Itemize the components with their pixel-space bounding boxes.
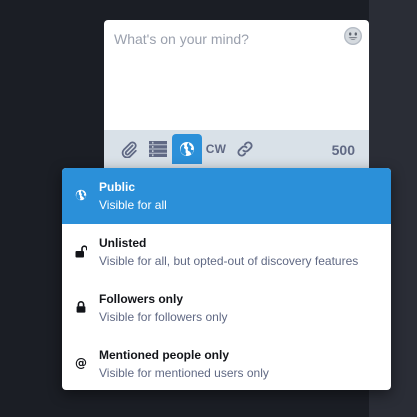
compose-textarea[interactable]: What's on your mind? xyxy=(114,30,334,48)
privacy-option-title: Followers only xyxy=(99,292,184,306)
unlock-icon xyxy=(74,244,88,258)
insert-link-button[interactable] xyxy=(234,138,256,160)
paperclip-icon xyxy=(121,141,137,158)
privacy-option-title: Unlisted xyxy=(99,236,147,250)
compose-toolbar: CW 500 xyxy=(104,130,369,168)
privacy-option-description: Visible for all xyxy=(99,198,167,212)
privacy-option-description: Visible for mentioned users only xyxy=(99,366,269,380)
privacy-option-unlisted[interactable]: Unlisted Visible for all, but opted-out … xyxy=(62,224,391,280)
character-counter: 500 xyxy=(331,142,355,158)
add-poll-button[interactable] xyxy=(147,138,169,160)
attach-media-button[interactable] xyxy=(118,138,140,160)
content-warning-label: CW xyxy=(205,142,227,156)
app-background: What's on your mind? CW 500 Public Visib… xyxy=(0,0,417,417)
link-icon xyxy=(237,141,253,157)
privacy-dropdown-menu: Public Visible for all Unlisted Visible … xyxy=(62,168,391,390)
privacy-option-public[interactable]: Public Visible for all xyxy=(62,168,391,224)
privacy-dropdown-button[interactable] xyxy=(172,134,202,164)
at-sign-icon: @ xyxy=(75,356,87,370)
privacy-option-mentioned-only[interactable]: @ Mentioned people only Visible for ment… xyxy=(62,336,391,390)
content-warning-button[interactable]: CW xyxy=(204,138,228,160)
globe-icon xyxy=(74,188,88,202)
privacy-option-title: Mentioned people only xyxy=(99,348,230,362)
compose-form: What's on your mind? CW 500 xyxy=(104,20,369,168)
privacy-option-description: Visible for followers only xyxy=(99,310,228,324)
poll-list-icon xyxy=(149,141,167,157)
emoji-smile-icon[interactable] xyxy=(343,26,363,46)
lock-icon xyxy=(74,300,88,314)
privacy-option-description: Visible for all, but opted-out of discov… xyxy=(99,254,359,268)
privacy-option-followers-only[interactable]: Followers only Visible for followers onl… xyxy=(62,280,391,336)
privacy-option-title: Public xyxy=(99,180,136,194)
globe-icon xyxy=(180,142,194,156)
